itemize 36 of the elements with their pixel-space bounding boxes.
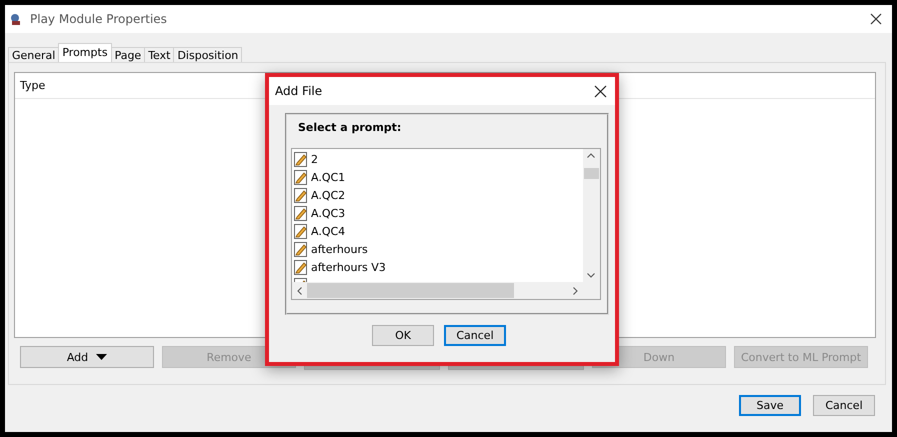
list-item[interactable]: 2 (311, 152, 318, 166)
tab[interactable]: Prompts (58, 43, 112, 62)
dialog-button[interactable]: OK (372, 325, 434, 346)
app-icon (9, 12, 22, 26)
document-pencil-icon (294, 188, 308, 202)
document-pencil-icon (294, 224, 308, 238)
list-item[interactable]: A.QC1 (311, 170, 346, 184)
dialog-button[interactable]: Cancel (813, 395, 875, 416)
list-item[interactable]: afterhours V3 (311, 260, 386, 274)
tab[interactable]: Text (144, 47, 174, 62)
tab[interactable]: Disposition (173, 47, 242, 62)
document-pencil-icon (294, 260, 308, 274)
document-pencil-icon (294, 242, 308, 256)
vertical-scrollbar[interactable] (583, 149, 600, 282)
scroll-thumb[interactable] (307, 283, 514, 298)
list-item[interactable]: afterhours (311, 242, 368, 256)
dialog-button[interactable]: Cancel (444, 325, 506, 346)
dialog-title: Add File (275, 84, 324, 98)
window-title: Play Module Properties (30, 12, 168, 26)
list-item[interactable]: A.QC3 (311, 206, 346, 220)
dialog-button[interactable]: Save (739, 395, 801, 416)
tab[interactable]: General (8, 47, 60, 62)
scroll-thumb[interactable] (584, 168, 599, 179)
list-item[interactable]: A.QC4 (311, 224, 346, 238)
prompt-label: Select a prompt: (298, 121, 402, 134)
horizontal-scrollbar[interactable] (292, 282, 583, 299)
document-pencil-icon (294, 170, 308, 184)
document-pencil-icon (294, 206, 308, 220)
list-item[interactable]: A.QC2 (311, 188, 346, 202)
close-icon[interactable] (870, 13, 882, 25)
column-header[interactable]: Type (20, 79, 46, 92)
document-pencil-icon (294, 152, 308, 166)
close-icon[interactable] (594, 84, 607, 98)
tab[interactable]: Page (110, 47, 146, 62)
caret-icon (96, 354, 108, 360)
add-button[interactable]: Add (20, 346, 154, 368)
